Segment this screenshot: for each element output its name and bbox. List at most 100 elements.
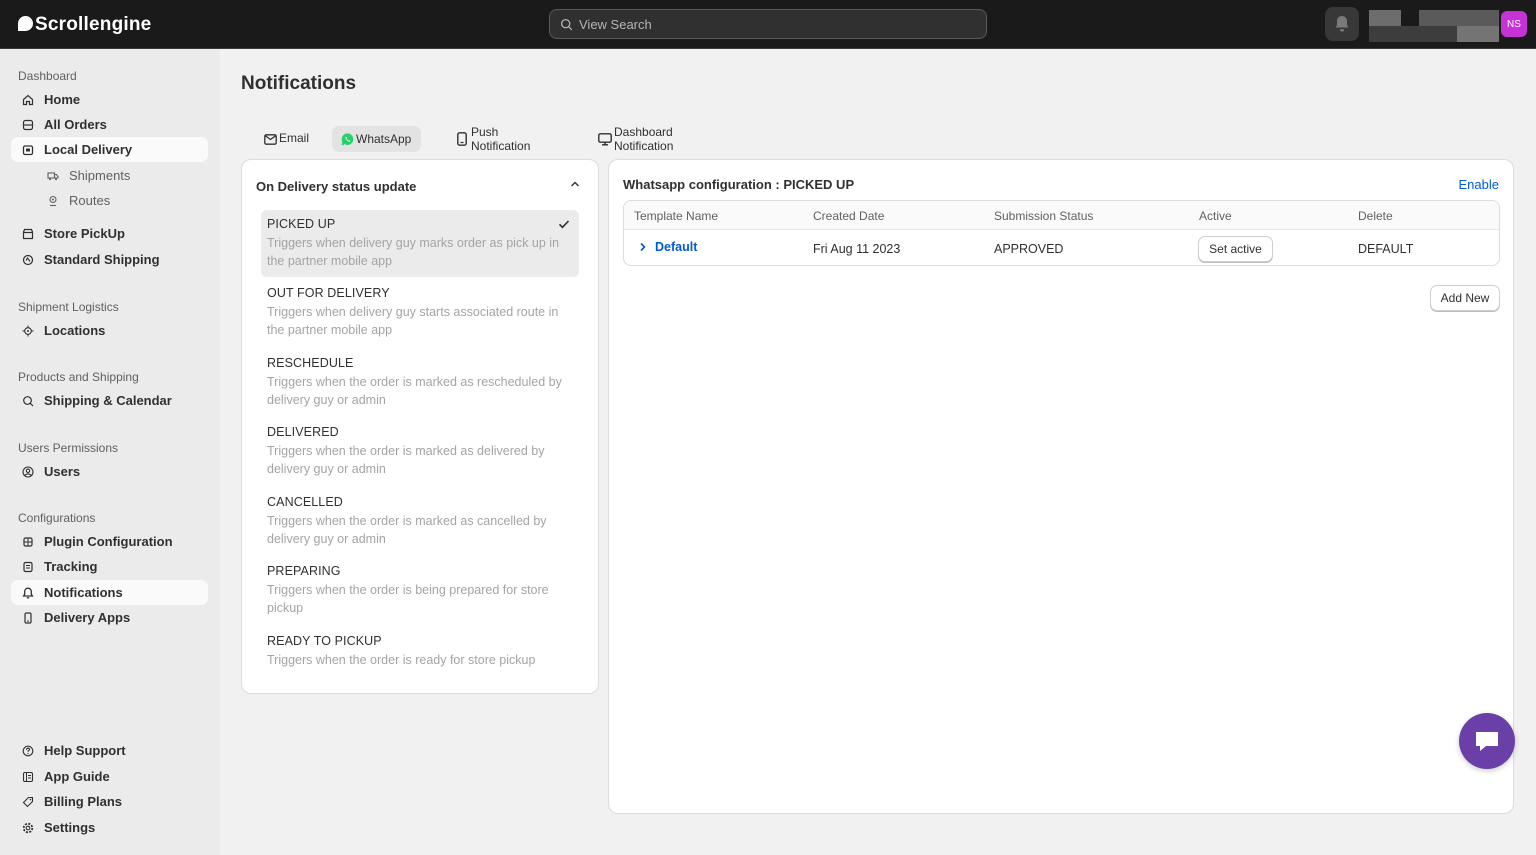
sidebar-item-app-guide[interactable]: App Guide [11,764,208,789]
bell-icon [22,587,34,599]
status-title: PICKED UP [267,217,336,231]
sidebar-item-label: Shipments [69,168,131,183]
whatsapp-icon [340,132,354,146]
sidebar-item-tracking[interactable]: Tracking [11,554,208,579]
sidebar-item-all-orders[interactable]: All Orders [11,112,208,137]
status-title: RESCHEDULE [267,356,354,370]
sidebar-item-users[interactable]: Users [11,459,208,484]
chat-button[interactable] [1459,713,1515,769]
chevron-right-icon [640,242,646,252]
templates-table: Template Name Created Date Submission St… [623,200,1500,266]
status-title: DELIVERED [267,425,339,439]
set-active-button[interactable]: Set active [1198,236,1273,262]
tab-label: Dashboard Notification [614,125,674,153]
location-pin-icon [47,195,59,207]
sidebar-item-routes[interactable]: Routes [11,188,208,213]
sidebar-item-store-pickup[interactable]: Store PickUp [11,221,208,246]
delivery-icon [22,144,34,156]
sidebar-item-label: Tracking [44,559,98,574]
sidebar-item-label: Standard Shipping [44,252,160,267]
chevron-up-icon[interactable] [569,178,581,190]
sidebar-item-label: Users [44,464,81,479]
sidebar-item-shipments[interactable]: Shipments [11,163,208,188]
orders-icon [22,119,34,131]
enable-link[interactable]: Enable [1459,177,1499,192]
sidebar-item-shipping-calendar[interactable]: Shipping & Calendar [11,388,208,413]
status-item-ready-to-pickup[interactable]: READY TO PICKUP Triggers when the order … [261,627,579,676]
calendar-search-icon [22,395,34,407]
plugin-icon [22,536,34,548]
sidebar-item-label: Plugin Configuration [44,534,173,549]
help-icon [22,745,34,757]
sidebar-item-help-support[interactable]: Help Support [11,738,208,763]
avatar[interactable]: NS [1501,11,1527,37]
status-description: Triggers when the order is being prepare… [267,583,549,615]
top-bar: Scrollengine NS [0,0,1536,49]
tab-label: WhatsApp [356,132,412,146]
tab-push-notification[interactable]: Push Notification [447,125,540,153]
tab-email[interactable]: Email [255,125,319,151]
delivery-status-panel: On Delivery status update PICKED UP Trig… [241,159,599,694]
sidebar-item-home[interactable]: Home [11,87,208,112]
sidebar-item-notifications[interactable]: Notifications [11,580,208,605]
tag-icon [22,796,34,808]
notifications-button[interactable] [1325,7,1359,41]
sidebar-item-label: Locations [44,323,106,338]
add-new-button[interactable]: Add New [1430,285,1500,311]
chat-icon [1476,732,1498,751]
sidebar-item-standard-shipping[interactable]: Standard Shipping [11,247,208,272]
user-icon [22,465,34,478]
status-item-delivered[interactable]: DELIVERED Triggers when the order is mar… [261,418,579,485]
config-title: Whatsapp configuration : PICKED UP [623,177,855,192]
status-description: Triggers when the order is marked as del… [267,444,545,476]
sidebar-section-configurations: Configurations [18,511,96,525]
status-description: Triggers when the order is marked as can… [267,514,547,546]
sidebar-item-local-delivery[interactable]: Local Delivery [11,137,208,162]
template-name-link[interactable]: Default [638,240,697,254]
tab-dashboard-notification[interactable]: Dashboard Notification [590,125,683,153]
tab-whatsapp[interactable]: WhatsApp [332,126,422,152]
status-description: Triggers when the order is ready for sto… [267,653,536,667]
sidebar-item-label: App Guide [44,769,110,784]
search-icon [560,18,573,30]
status-title: PREPARING [267,564,341,578]
shipping-icon [22,254,34,266]
sidebar-item-label: Delivery Apps [44,610,131,625]
status-item-picked-up[interactable]: PICKED UP Triggers when delivery guy mar… [261,210,579,277]
status-item-cancelled[interactable]: CANCELLED Triggers when the order is mar… [261,488,579,555]
column-active: Active [1199,209,1232,223]
home-icon [22,94,34,106]
sidebar-item-billing-plans[interactable]: Billing Plans [11,789,208,814]
checkmark-icon [558,220,570,229]
search-bar[interactable] [549,9,987,39]
sidebar-item-label: Store PickUp [44,226,125,241]
app-logo[interactable]: Scrollengine [18,13,151,37]
status-item-out-for-delivery[interactable]: OUT FOR DELIVERY Triggers when delivery … [261,279,579,346]
sidebar-item-label: Notifications [44,585,123,600]
status-title: READY TO PICKUP [267,634,382,648]
status-title: CANCELLED [267,495,343,509]
search-input[interactable] [579,16,959,32]
sidebar-item-label: Local Delivery [44,142,133,157]
column-delete: Delete [1358,209,1393,223]
sidebar-item-label: Help Support [44,743,126,758]
created-date: Fri Aug 11 2023 [813,242,901,256]
sidebar-item-plugin-configuration[interactable]: Plugin Configuration [11,529,208,554]
bell-icon [1335,16,1349,32]
redacted-block [1369,10,1401,26]
sidebar-item-settings[interactable]: Settings [11,815,208,840]
tab-label: Push Notification [471,125,531,153]
status-item-reschedule[interactable]: RESCHEDULE Triggers when the order is ma… [261,349,579,416]
redacted-block [1457,26,1499,42]
status-description: Triggers when delivery guy marks order a… [267,236,560,268]
page-title: Notifications [241,73,357,94]
column-created-date: Created Date [813,209,885,223]
column-submission-status: Submission Status [994,209,1094,223]
sidebar-item-locations[interactable]: Locations [11,318,208,343]
submission-status: APPROVED [994,242,1064,256]
status-item-preparing[interactable]: PREPARING Triggers when the order is bei… [261,557,579,624]
gear-icon [22,822,34,834]
sidebar-item-label: Settings [44,820,96,835]
sidebar-item-delivery-apps[interactable]: Delivery Apps [11,605,208,630]
sidebar-item-label: Routes [69,193,111,208]
